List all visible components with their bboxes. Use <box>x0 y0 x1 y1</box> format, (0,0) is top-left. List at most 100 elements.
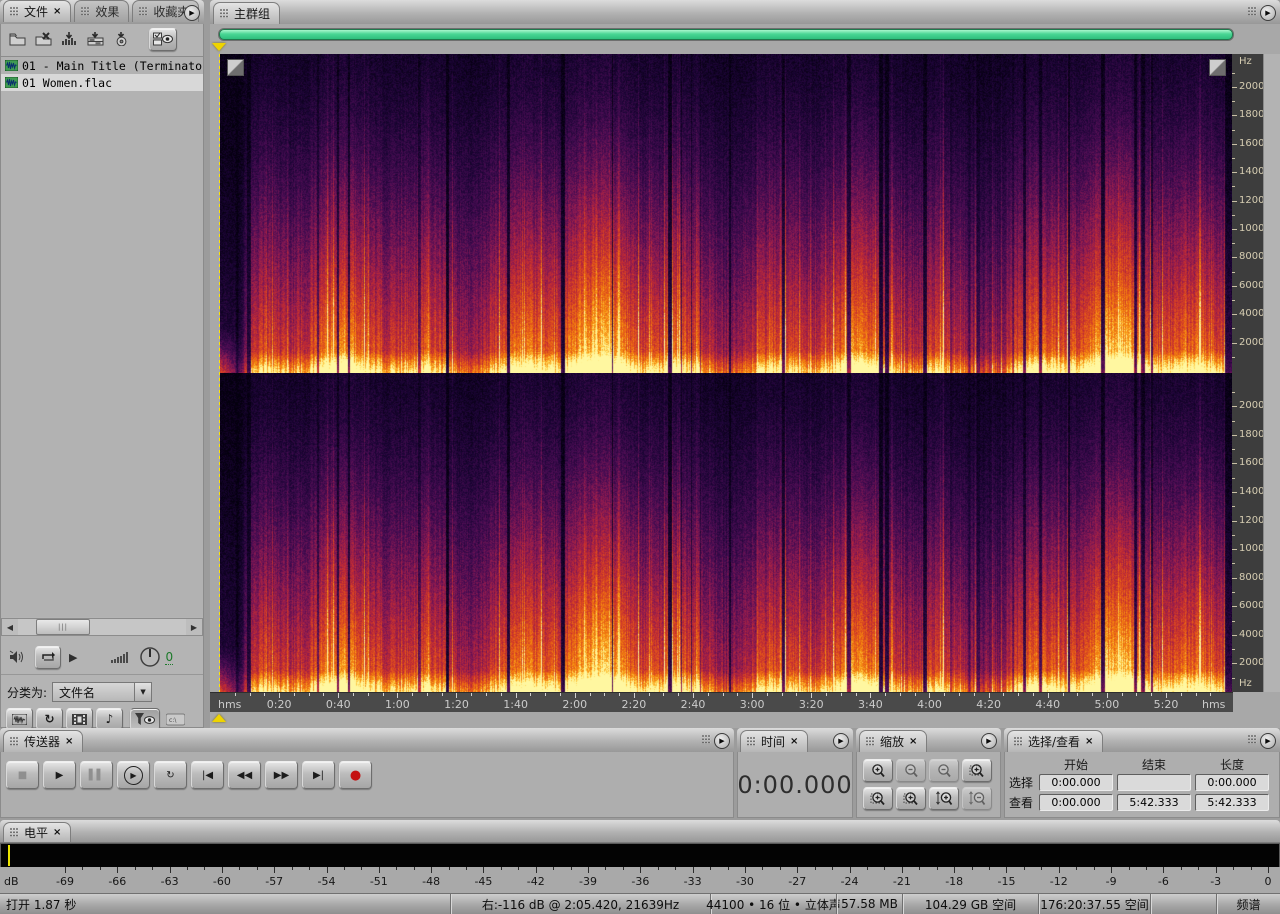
selection-start-marker-top[interactable] <box>212 43 226 51</box>
freq-tick <box>1232 229 1237 231</box>
tab-zoom[interactable]: 缩放 × <box>859 730 928 752</box>
level-db-scale: dB -69 -66 -63 -60 -57 -54 -51 -48 -45 -42 -39 -36 -3… <box>0 867 1280 893</box>
selection-start-marker-bottom[interactable] <box>212 714 226 722</box>
record-button[interactable]: ● <box>339 761 372 789</box>
db-tick-label: -27 <box>788 875 807 888</box>
import-file-icon[interactable] <box>59 30 79 48</box>
tab-level[interactable]: 电平 × <box>3 822 72 842</box>
zoom-selection-left-edge-button[interactable] <box>863 787 893 810</box>
display-corner-handle-left[interactable] <box>227 59 244 76</box>
autoplay-speaker-icon[interactable] <box>9 650 27 664</box>
scroll-left-arrow[interactable]: ◀ <box>2 619 18 635</box>
preview-volume-value[interactable]: 0 <box>165 650 174 665</box>
zoom-panel: 缩放 × ▶ <box>856 728 1001 818</box>
close-icon[interactable]: × <box>53 6 61 17</box>
spectrogram-left-channel[interactable] <box>220 54 1232 373</box>
status-bar: 打开 1.87 秒 右:-116 dB @ 2:05.420, 21639Hz 4… <box>0 893 1280 914</box>
zoom-to-selection-button[interactable] <box>962 759 992 782</box>
display-corner-handle-right[interactable] <box>1209 59 1226 76</box>
zoom-in-vertical-button[interactable] <box>929 787 959 810</box>
tab-effects[interactable]: 效果 <box>74 0 130 22</box>
zoom-out-horizontal-button[interactable] <box>896 759 926 782</box>
panel-menu-button[interactable]: ▶ <box>714 733 730 749</box>
tab-time[interactable]: 时间 × <box>740 730 809 752</box>
status-segment: 104.29 GB 空间 <box>902 894 1038 914</box>
freq-tick <box>1232 72 1235 74</box>
close-file-icon[interactable] <box>33 30 53 48</box>
scroll-track[interactable]: ||| <box>18 619 186 635</box>
tab-main-group[interactable]: 主群组 <box>213 2 281 24</box>
file-list-item[interactable]: 01 Women.flac <box>1 74 203 91</box>
frequency-ruler[interactable]: Hz 20000 20000 18000 18000 16000 16000 14000 140… <box>1232 54 1263 692</box>
panel-grip <box>702 735 711 745</box>
time-field[interactable] <box>1117 774 1191 791</box>
navigator-range-bar[interactable] <box>219 29 1233 40</box>
close-icon[interactable]: × <box>790 736 798 747</box>
tab-selection-view[interactable]: 选择/查看 × <box>1007 730 1104 752</box>
insert-into-cd-icon[interactable] <box>111 30 131 48</box>
rewind-button[interactable]: ◀◀ <box>228 761 261 789</box>
db-tick <box>117 867 119 873</box>
show-loop-files-button[interactable]: ↻ <box>36 708 63 730</box>
file-list[interactable]: 01 - Main Title (Terminato 01 Women.flac <box>1 56 203 617</box>
tab-transport[interactable]: 传送器 × <box>3 730 84 752</box>
time-field[interactable]: 5:42.333 <box>1117 794 1191 811</box>
zoom-in-horizontal-button[interactable] <box>863 759 893 782</box>
freq-tick-label: 12000 <box>1239 514 1263 526</box>
scroll-thumb[interactable]: ||| <box>36 619 90 635</box>
file-list-item[interactable]: 01 - Main Title (Terminato <box>1 57 203 74</box>
show-audio-files-button[interactable] <box>6 708 33 730</box>
sort-row: 分类为: 文件名 ▼ <box>1 680 203 704</box>
close-icon[interactable]: × <box>65 736 73 747</box>
loop-play-button[interactable]: ↻ <box>154 761 187 789</box>
time-tick <box>944 693 946 696</box>
pause-button[interactable]: ▌▌ <box>80 761 113 789</box>
close-icon[interactable]: × <box>53 827 61 838</box>
advanced-options-icon[interactable]: c:\ <box>166 713 185 726</box>
level-meter-display[interactable] <box>0 843 1280 868</box>
go-to-start-button[interactable]: |◀ <box>191 761 224 789</box>
playhead-cursor[interactable] <box>219 54 220 692</box>
zoom-selection-right-edge-button[interactable] <box>896 787 926 810</box>
time-ruler[interactable]: hms hms 0:20 0:40 1:00 1:20 1:40 2:00 2:20 2:40 3:… <box>210 692 1233 712</box>
tab-files[interactable]: 文件 × <box>3 0 72 22</box>
volume-knob[interactable] <box>139 646 161 668</box>
time-field[interactable]: 5:42.333 <box>1195 794 1269 811</box>
stop-button[interactable]: ■ <box>6 761 39 789</box>
open-file-icon[interactable] <box>7 30 27 48</box>
show-midi-files-button[interactable]: ♪ <box>96 708 123 730</box>
panel-menu-button[interactable]: ▶ <box>833 733 849 749</box>
panel-menu-button[interactable]: ▶ <box>981 733 997 749</box>
zoom-out-vertical-button[interactable] <box>962 787 992 810</box>
chevron-down-icon[interactable]: ▼ <box>134 683 152 701</box>
insert-into-multitrack-icon[interactable] <box>85 30 105 48</box>
row-label: 查看 <box>1009 796 1034 810</box>
loop-preview-button[interactable] <box>35 645 61 669</box>
scroll-right-arrow[interactable]: ▶ <box>186 619 202 635</box>
preview-play-icon[interactable]: ▶ <box>69 651 77 664</box>
freq-tick <box>1232 449 1235 451</box>
close-icon[interactable]: × <box>1085 736 1093 747</box>
spectrogram-right-channel[interactable] <box>220 373 1232 692</box>
panel-grip <box>172 7 181 17</box>
volume-bars-icon[interactable] <box>111 651 131 663</box>
panel-menu-button[interactable]: ▶ <box>1260 5 1276 21</box>
panel-menu-button[interactable]: ▶ <box>1260 733 1276 749</box>
files-panel-body: 01 - Main Title (Terminato 01 Women.flac … <box>0 24 204 731</box>
time-field[interactable]: 0:00.000 <box>1195 774 1269 791</box>
time-field[interactable]: 0:00.000 <box>1039 794 1113 811</box>
show-video-files-button[interactable] <box>66 708 93 730</box>
sort-select[interactable]: 文件名 ▼ <box>52 682 153 702</box>
vertical-scroll-strip[interactable] <box>1263 54 1280 692</box>
fast-forward-button[interactable]: ▶▶ <box>265 761 298 789</box>
close-icon[interactable]: × <box>909 736 917 747</box>
file-list-hscrollbar[interactable]: ◀ ||| ▶ <box>1 618 203 636</box>
navigator-track[interactable] <box>218 28 1234 41</box>
panel-menu-button[interactable]: ▶ <box>184 5 200 21</box>
go-to-end-button[interactable]: ▶| <box>302 761 335 789</box>
time-field[interactable]: 0:00.000 <box>1039 774 1113 791</box>
play-from-cursor-button[interactable]: ▶ <box>117 761 150 789</box>
show-options-icon[interactable] <box>149 27 177 51</box>
zoom-out-full-button[interactable] <box>929 759 959 782</box>
play-button[interactable]: ▶ <box>43 761 76 789</box>
